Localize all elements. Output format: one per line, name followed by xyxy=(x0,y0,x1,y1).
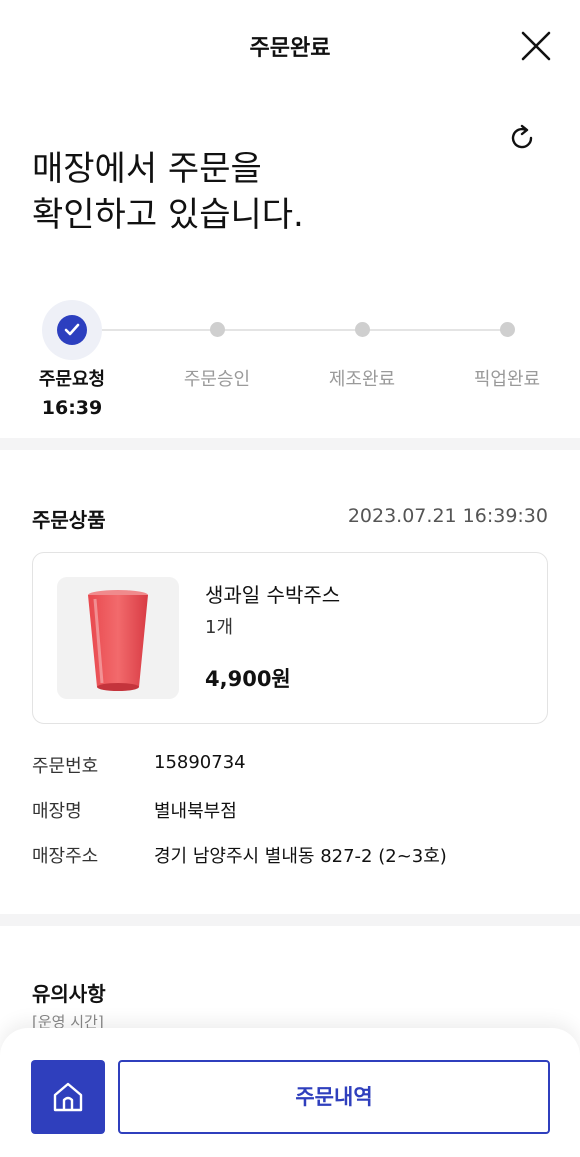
step-production-done: 제조완료 xyxy=(302,300,422,391)
step-label: 픽업완료 xyxy=(473,369,541,390)
status-headline: 매장에서 주문을 확인하고 있습니다. xyxy=(32,146,492,238)
refresh-icon xyxy=(511,124,533,149)
step-label: 주문요청 xyxy=(38,369,106,390)
step-order-approved: 주문승인 xyxy=(157,300,277,391)
info-key: 매장명 xyxy=(32,801,82,822)
info-value: 15890734 xyxy=(154,752,246,773)
progress-track xyxy=(72,329,508,331)
product-quantity: 1개 xyxy=(205,617,234,638)
order-progress: 주문요청 16:39 주문승인 제조완료 픽업완료 xyxy=(0,300,580,430)
info-key: 주문번호 xyxy=(32,756,99,777)
step-dot xyxy=(355,322,370,337)
step-label: 제조완료 xyxy=(328,369,396,390)
step-order-requested: 주문요청 16:39 xyxy=(12,300,132,419)
close-icon xyxy=(521,31,551,61)
section-divider xyxy=(0,914,580,926)
header: 주문완료 xyxy=(0,0,580,96)
home-icon xyxy=(53,1082,83,1112)
product-card[interactable]: 생과일 수박주스 1개 4,900원 xyxy=(32,552,548,724)
page-title: 주문완료 xyxy=(249,36,331,61)
order-history-button[interactable]: 주문내역 xyxy=(118,1060,550,1134)
info-value: 경기 남양주시 별내동 827-2 (2~3호) xyxy=(154,846,447,867)
bottom-action-bar: 주문내역 xyxy=(0,1028,580,1157)
home-button[interactable] xyxy=(31,1060,105,1134)
step-pickup-done: 픽업완료 xyxy=(447,300,567,391)
info-key: 매장주소 xyxy=(32,846,99,867)
section-divider xyxy=(0,438,580,450)
order-datetime: 2023.07.21 16:39:30 xyxy=(347,505,548,527)
product-price: 4,900원 xyxy=(205,667,291,691)
product-image xyxy=(57,577,179,699)
step-label: 주문승인 xyxy=(183,369,251,390)
step-dot xyxy=(210,322,225,337)
step-time: 16:39 xyxy=(41,397,103,419)
headline-line-2: 확인하고 있습니다. xyxy=(32,195,304,235)
headline-line-1: 매장에서 주문을 xyxy=(32,149,262,189)
step-dot xyxy=(500,322,515,337)
info-value: 별내북부점 xyxy=(154,801,237,822)
notice-title: 유의사항 xyxy=(32,982,106,1006)
check-icon xyxy=(57,315,87,345)
close-button[interactable] xyxy=(520,30,552,62)
order-items-title: 주문상품 xyxy=(32,508,106,532)
product-name: 생과일 수박주스 xyxy=(205,583,341,607)
refresh-button[interactable] xyxy=(506,122,538,154)
